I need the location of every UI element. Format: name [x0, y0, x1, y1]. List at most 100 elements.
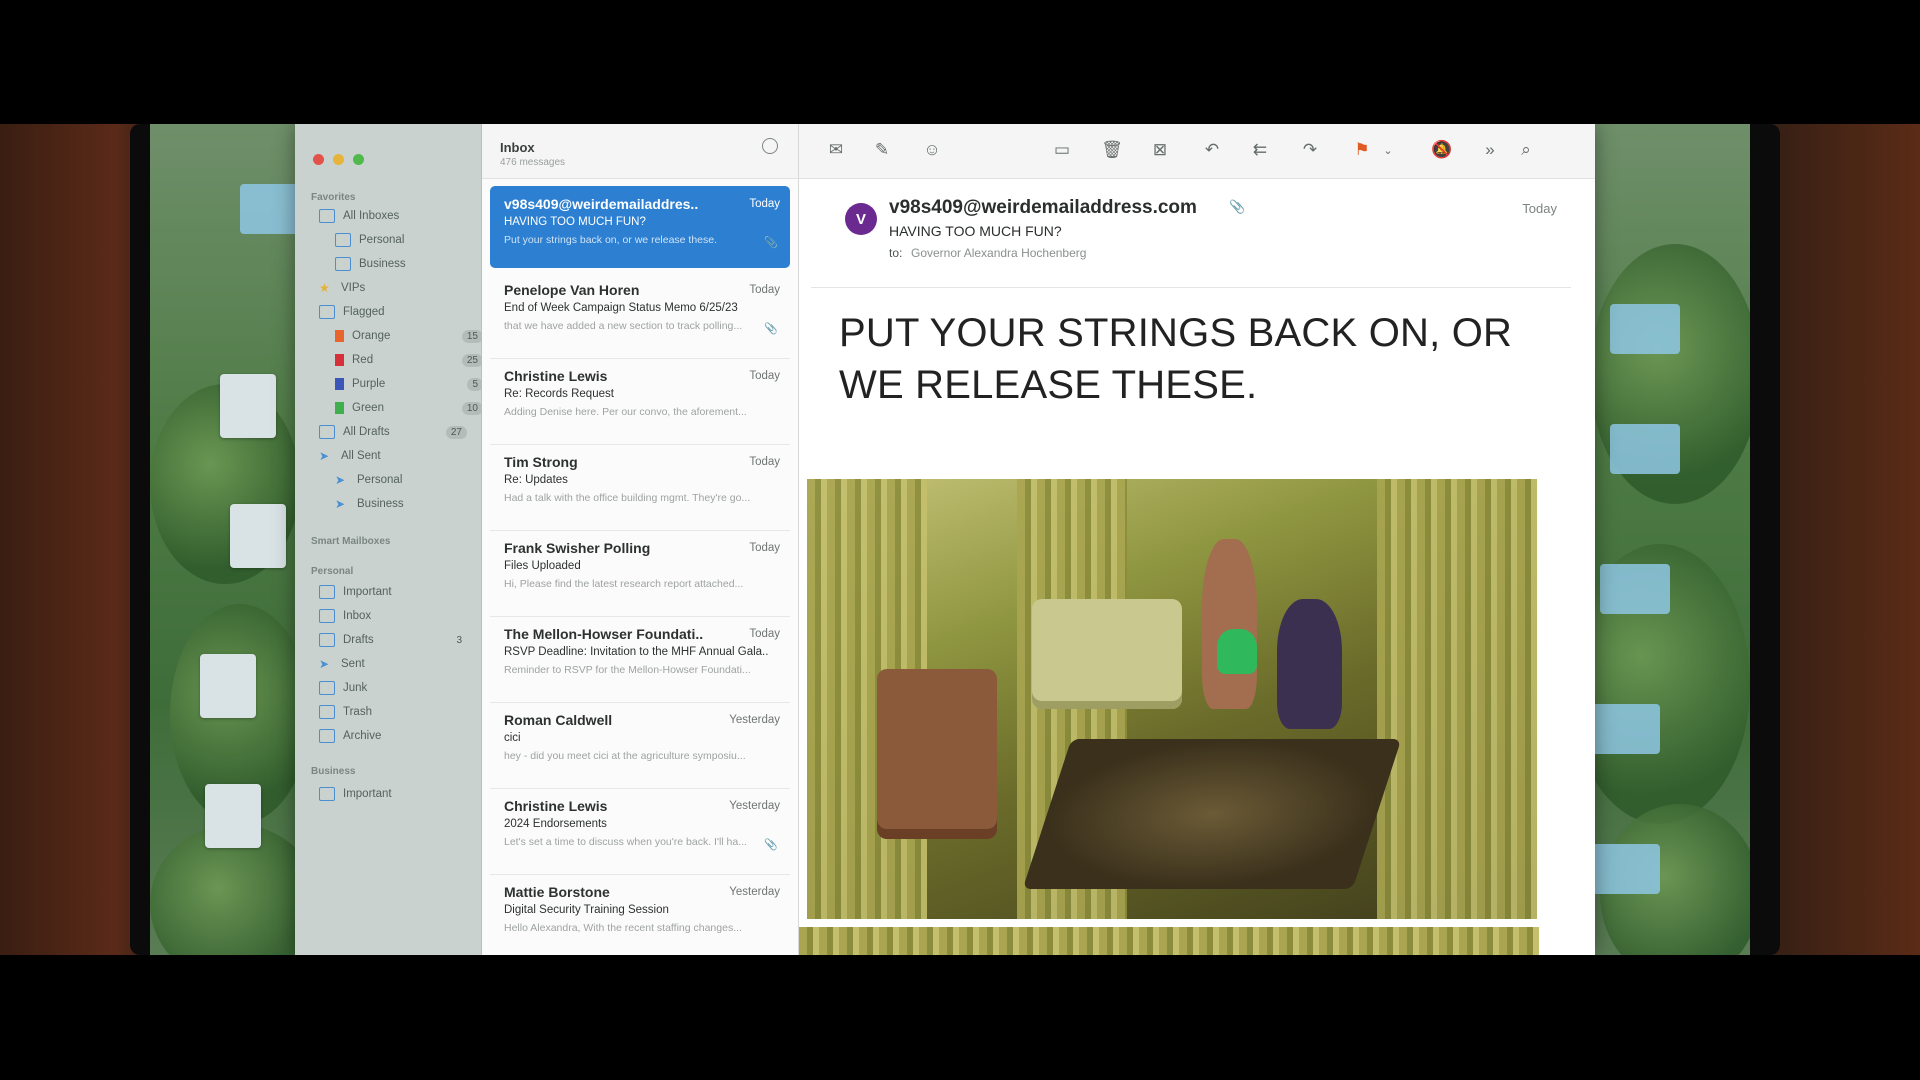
- desktop-folder-icon[interactable]: [1610, 304, 1680, 354]
- avatar: V: [845, 203, 877, 235]
- sidebar-item-all-sent[interactable]: ➤ All Sent: [319, 446, 469, 466]
- desktop-folder-icon[interactable]: [1600, 564, 1670, 614]
- desktop-folder-icon[interactable]: [1590, 704, 1660, 754]
- window-controls: [313, 154, 364, 165]
- photo-curtain: [1377, 479, 1537, 919]
- message-row[interactable]: Penelope Van Horen Today End of Week Cam…: [490, 272, 790, 359]
- compose-icon[interactable]: ✎: [871, 140, 893, 160]
- red-flag-icon: [335, 354, 344, 366]
- letterbox-bottom: [0, 955, 1920, 1080]
- sidebar-item-purple[interactable]: Purple 5: [335, 374, 485, 394]
- desktop-file-icon[interactable]: [230, 504, 286, 568]
- filter-icon[interactable]: [762, 138, 778, 154]
- chevron-down-icon[interactable]: ⌄: [1377, 140, 1399, 160]
- message-row[interactable]: Frank Swisher Polling Today Files Upload…: [490, 530, 790, 617]
- sidebar-item-important[interactable]: Important: [319, 582, 469, 602]
- trash-icon[interactable]: 🗑: [1101, 140, 1123, 160]
- sidebar-item-orange[interactable]: Orange 15: [335, 326, 485, 346]
- to-label: to:: [889, 246, 903, 260]
- message-row[interactable]: The Mellon-Howser Foundati.. Today RSVP …: [490, 616, 790, 703]
- photo-rug: [1022, 739, 1402, 889]
- inbox-icon: [335, 257, 351, 271]
- scene: Favorites All Inboxes Personal Business …: [0, 124, 1920, 955]
- send-icon: ➤: [319, 657, 330, 671]
- sidebar-item-all-drafts[interactable]: All Drafts 27: [319, 422, 469, 442]
- letterbox-top: [0, 0, 1920, 124]
- archive-icon[interactable]: ▭: [1051, 140, 1073, 160]
- desktop-folder-icon[interactable]: [1590, 844, 1660, 894]
- forward-icon[interactable]: ↷: [1299, 140, 1321, 160]
- message-preview: hey - did you meet cici at the agricultu…: [504, 750, 746, 762]
- photo-armchair: [877, 669, 997, 839]
- desktop: Favorites All Inboxes Personal Business …: [150, 124, 1750, 955]
- reply-icon[interactable]: ↶: [1201, 140, 1223, 160]
- message-row[interactable]: Tim Strong Today Re: Updates Had a talk …: [490, 444, 790, 531]
- sidebar-item-business-important[interactable]: Important: [319, 784, 469, 804]
- search-icon[interactable]: ⌕: [1515, 140, 1537, 160]
- sidebar-item-archive[interactable]: Archive: [319, 726, 469, 746]
- envelope-icon[interactable]: ✉: [825, 140, 847, 160]
- minimize-window-button[interactable]: [333, 154, 344, 165]
- sender-address[interactable]: v98s409@weirdemailaddress.com: [889, 197, 1197, 219]
- sidebar-item-drafts[interactable]: Drafts 3: [319, 630, 469, 650]
- sidebar-item-flagged[interactable]: Flagged: [319, 302, 469, 322]
- message-date: Yesterday: [729, 800, 780, 812]
- paperclip-icon: 📎: [764, 839, 778, 851]
- desktop-file-icon[interactable]: [205, 784, 261, 848]
- sidebar-item-vips[interactable]: ★ VIPs: [319, 278, 469, 298]
- message-row[interactable]: Christine Lewis Yesterday 2024 Endorseme…: [490, 788, 790, 875]
- message-preview: Let's set a time to discuss when you're …: [504, 836, 747, 848]
- message-date: Today: [749, 628, 780, 640]
- message-viewer: V v98s409@weirdemailaddress.com 📎 HAVING…: [799, 179, 1595, 955]
- badge-count: 25: [461, 353, 483, 367]
- sidebar-item-trash[interactable]: Trash: [319, 702, 469, 722]
- paperclip-icon[interactable]: 📎: [1229, 199, 1245, 215]
- message-row[interactable]: Roman Caldwell Yesterday cici hey - did …: [490, 702, 790, 789]
- more-icon[interactable]: »: [1479, 140, 1501, 160]
- flag-icon[interactable]: ⚑: [1351, 140, 1373, 160]
- inbox-icon: [319, 209, 335, 223]
- message-row[interactable]: v98s409@weirdemailaddres.. Today HAVING …: [490, 186, 790, 268]
- paperclip-icon: 📎: [764, 237, 778, 249]
- sidebar-item-green[interactable]: Green 10: [335, 398, 485, 418]
- zoom-window-button[interactable]: [353, 154, 364, 165]
- sidebar-item-sent-business[interactable]: ➤ Business: [335, 494, 485, 514]
- desktop-folder-icon[interactable]: [1610, 424, 1680, 474]
- message-preview: Reminder to RSVP for the Mellon-Howser F…: [504, 664, 751, 676]
- attached-photo[interactable]: [807, 479, 1537, 919]
- sidebar-item-inbox[interactable]: Inbox: [319, 606, 469, 626]
- attached-photo-2[interactable]: [799, 927, 1539, 955]
- sidebar-item-personal[interactable]: Personal: [335, 230, 485, 250]
- message-date: Today: [749, 284, 780, 296]
- desktop-file-icon[interactable]: [200, 654, 256, 718]
- message-sender: v98s409@weirdemailaddres..: [504, 196, 699, 212]
- junk-icon[interactable]: ⊠: [1149, 140, 1171, 160]
- message-row[interactable]: Mattie Borstone Yesterday Digital Securi…: [490, 874, 790, 955]
- folder-icon: [319, 585, 335, 599]
- message-subject: RSVP Deadline: Invitation to the MHF Ann…: [504, 646, 769, 658]
- toolbar: ✉ ✎ ☺ ▭ 🗑 ⊠ ↶ ⇇ ↷ ⚑ ⌄ 🔕 » ⌕: [799, 124, 1595, 179]
- message-date: Yesterday: [729, 886, 780, 898]
- sidebar-item-sent-personal[interactable]: ➤ Personal: [335, 470, 485, 490]
- sidebar-item-all-inboxes[interactable]: All Inboxes: [319, 206, 469, 226]
- close-window-button[interactable]: [313, 154, 324, 165]
- message-body-headline: PUT YOUR STRINGS BACK ON, OR WE RELEASE …: [839, 311, 1513, 407]
- sidebar-item-sent[interactable]: ➤ Sent: [319, 654, 469, 674]
- message-sender: Tim Strong: [504, 454, 578, 470]
- desktop-file-icon[interactable]: [220, 374, 276, 438]
- add-contact-icon[interactable]: ☺: [921, 140, 943, 160]
- paperclip-icon: 📎: [764, 323, 778, 335]
- reply-all-icon[interactable]: ⇇: [1249, 140, 1271, 160]
- archive-icon: [319, 729, 335, 743]
- recipient[interactable]: Governor Alexandra Hochenberg: [911, 246, 1086, 260]
- sidebar-item-junk[interactable]: Junk: [319, 678, 469, 698]
- message-subject: Files Uploaded: [504, 560, 581, 572]
- sidebar-item-business[interactable]: Business: [335, 254, 485, 274]
- document-icon: [319, 633, 335, 647]
- message-sender: Mattie Borstone: [504, 884, 610, 900]
- document-icon: [319, 425, 335, 439]
- mute-icon[interactable]: 🔕: [1431, 140, 1453, 160]
- sidebar-item-red[interactable]: Red 25: [335, 350, 485, 370]
- personal-section-label: Personal: [311, 566, 354, 577]
- message-row[interactable]: Christine Lewis Today Re: Records Reques…: [490, 358, 790, 445]
